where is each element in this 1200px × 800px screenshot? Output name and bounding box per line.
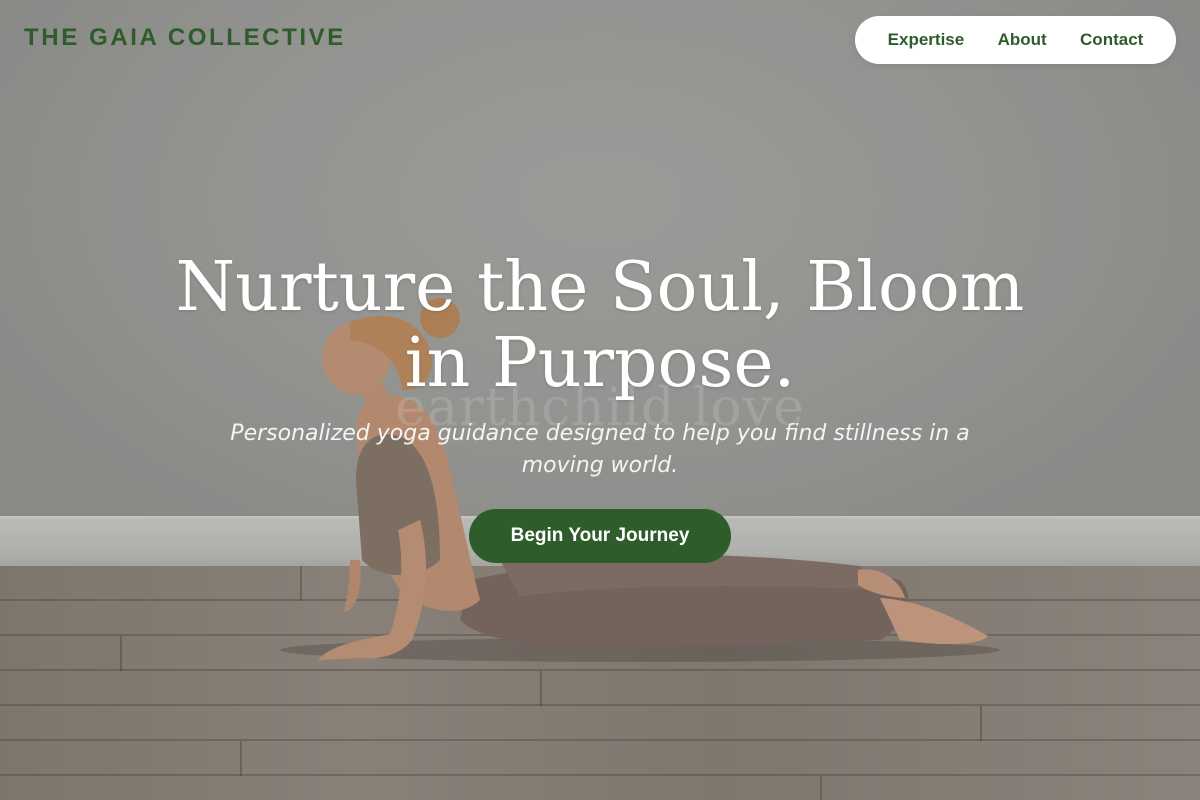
main-nav: Expertise About Contact (855, 16, 1176, 64)
nav-item-contact[interactable]: Contact (1080, 30, 1143, 50)
hero-headline: Nurture the Soul, Bloom in Purpose. (175, 248, 1025, 403)
hero-subheadline: Personalized yoga guidance designed to h… (230, 421, 970, 478)
begin-journey-button[interactable]: Begin Your Journey (469, 509, 731, 563)
nav-item-about[interactable]: About (998, 30, 1047, 50)
nav-item-expertise[interactable]: Expertise (888, 30, 965, 50)
brand-logo[interactable]: THE GAIA COLLECTIVE (24, 24, 346, 52)
